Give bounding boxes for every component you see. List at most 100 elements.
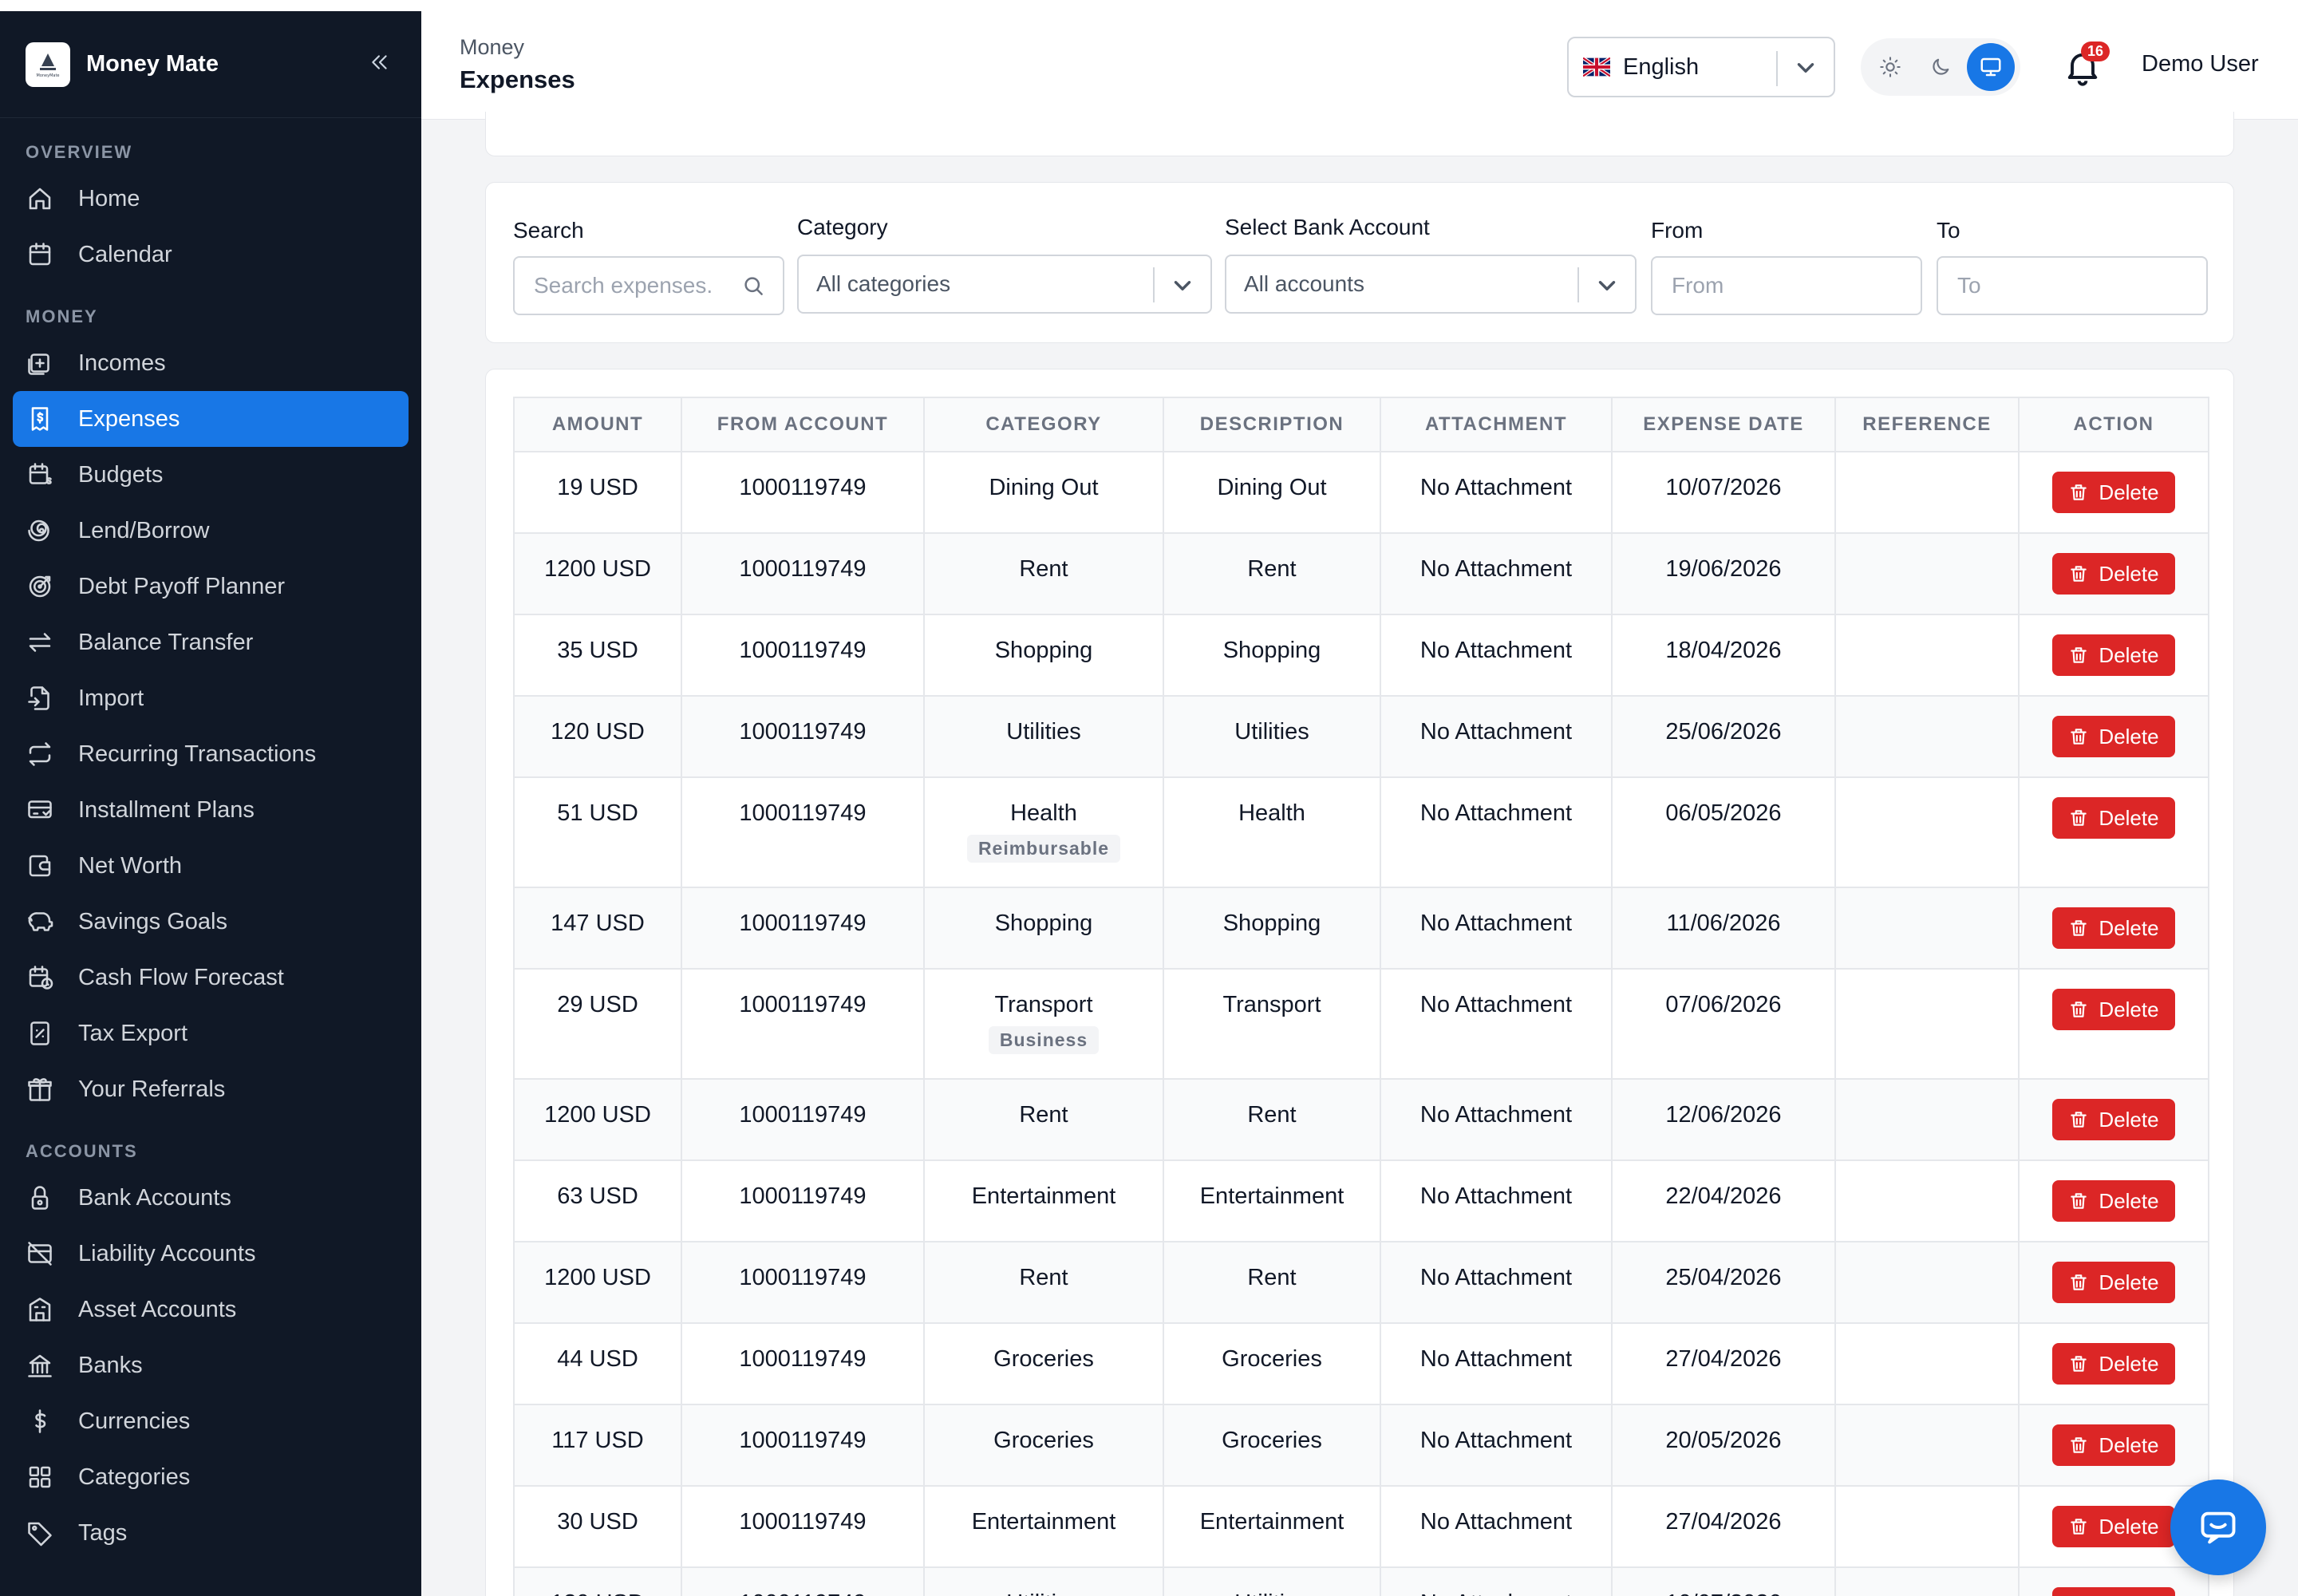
search-label: Search	[513, 218, 584, 243]
delete-button[interactable]: Delete	[2052, 1424, 2175, 1466]
sidebar-item-import[interactable]: Import	[13, 670, 409, 726]
to-date-placeholder: To	[1957, 273, 1981, 298]
from-account-cell: 1000119749	[681, 1485, 925, 1568]
column-header[interactable]: ATTACHMENT	[1380, 397, 1613, 452]
sidebar-item-savings-goals[interactable]: Savings Goals	[13, 894, 409, 950]
collapse-sidebar-button[interactable]	[364, 49, 396, 79]
chevron-down-icon	[1797, 63, 1814, 73]
to-date-input[interactable]: To	[1937, 256, 2208, 315]
column-header[interactable]: DESCRIPTION	[1163, 397, 1381, 452]
from-account-cell: 1000119749	[681, 887, 925, 970]
from-account-cell: 1000119749	[681, 1159, 925, 1242]
column-header[interactable]: CATEGORY	[923, 397, 1164, 452]
sidebar-item-calendar[interactable]: Calendar	[13, 227, 409, 282]
sidebar-item-tags[interactable]: Tags	[13, 1505, 409, 1561]
delete-label: Delete	[2099, 1432, 2159, 1457]
column-header[interactable]: EXPENSE DATE	[1611, 397, 1836, 452]
category-select[interactable]: All categories	[797, 255, 1212, 314]
light-theme-button[interactable]	[1866, 43, 1914, 91]
delete-button[interactable]: Delete	[2052, 1343, 2175, 1385]
sidebar-item-incomes[interactable]: Incomes	[13, 335, 409, 391]
delete-button[interactable]: Delete	[2052, 907, 2175, 949]
table-row[interactable]: 117 USD 1000119749 Groceries Groceries No At…	[513, 1404, 2209, 1487]
table-row[interactable]: 120 USD1000119749UtilitiesUtilitiesNo At…	[513, 695, 2209, 778]
sidebar-item-installment-plans[interactable]: Installment Plans	[13, 782, 409, 838]
column-header[interactable]: REFERENCE	[1834, 397, 2020, 452]
amount-cell: 19 USD	[513, 451, 682, 534]
bank-account-select[interactable]: All accounts	[1225, 255, 1637, 314]
sidebar-item-recurring-transactions[interactable]: Recurring Transactions	[13, 726, 409, 782]
table-row[interactable]: 35 USD 1000119749 Shopping Shopping No Attac…	[513, 614, 2209, 697]
table-row[interactable]: 1200 USD 1000119749 Rent Rent No Attachment 1…	[513, 1078, 2209, 1161]
delete-button[interactable]: Delete	[2052, 1262, 2175, 1303]
user-menu[interactable]: Demo User	[2142, 51, 2259, 77]
table-row[interactable]: 30 USD 1000119749 Entertainment Entertainme…	[513, 1485, 2209, 1568]
sidebar-item-categories[interactable]: Categories	[13, 1449, 409, 1505]
column-header[interactable]: ACTION	[2018, 397, 2209, 452]
column-header[interactable]: AMOUNT	[513, 397, 682, 452]
delete-button[interactable]: Delete	[2052, 634, 2175, 676]
dark-theme-button[interactable]	[1917, 43, 1964, 91]
expense-date-cell: 10/07/2026	[1611, 1566, 1836, 1596]
delete-label: Delete	[2099, 1270, 2159, 1294]
sidebar-item-balance-transfer[interactable]: Balance Transfer	[13, 614, 409, 670]
sidebar-item-cash-flow-forecast[interactable]: Cash Flow Forecast	[13, 950, 409, 1005]
table-row[interactable]: 63 USD 1000119749 Entertainment Entertainme…	[513, 1159, 2209, 1242]
breadcrumb-parent[interactable]: Money	[460, 35, 524, 60]
delete-button[interactable]: Delete	[2052, 716, 2175, 757]
sidebar-item-lend-borrow[interactable]: Lend/Borrow	[13, 503, 409, 559]
table-row[interactable]: 29 USD 1000119749 Transport Business Transpo…	[513, 968, 2209, 1080]
sidebar-item-banks[interactable]: Banks	[13, 1337, 409, 1393]
expense-date-cell: 11/06/2026	[1611, 887, 1836, 970]
sidebar-item-label: Budgets	[78, 461, 164, 488]
sidebar-item-net-worth[interactable]: Net Worth	[13, 838, 409, 894]
category-name: Utilities	[925, 1590, 1163, 1596]
reference-cell	[1834, 776, 2020, 888]
from-account-cell: 1000119749	[681, 1404, 925, 1487]
sidebar-item-expenses[interactable]: Expenses	[13, 391, 409, 447]
delete-button[interactable]: Delete	[2052, 1099, 2175, 1140]
reference-cell	[1834, 1241, 2020, 1324]
delete-button[interactable]: Delete	[2052, 1180, 2175, 1222]
sidebar-item-budgets[interactable]: Budgets	[13, 447, 409, 503]
reference-cell	[1834, 1159, 2020, 1242]
sidebar-item-your-referrals[interactable]: Your Referrals	[13, 1061, 409, 1117]
sidebar-item-home[interactable]: Home	[13, 171, 409, 227]
table-row[interactable]: 1200 USD 1000119749 Rent Rent No Attachment 1…	[513, 532, 2209, 615]
search-input[interactable]: Search expenses.	[513, 256, 784, 315]
home-icon	[29, 188, 51, 210]
sidebar-item-tax-export[interactable]: Tax Export	[13, 1005, 409, 1061]
table-row[interactable]: 147 USD 1000119749 Shopping Shopping No Atta…	[513, 887, 2209, 970]
delete-button[interactable]: Delete	[2052, 553, 2175, 595]
table-row[interactable]: 19 USD 1000119749 Dining Out Dining Out No A…	[513, 451, 2209, 534]
column-header[interactable]: FROM ACCOUNT	[681, 397, 925, 452]
delete-label: Delete	[2099, 724, 2159, 749]
sidebar-item-debt-payoff-planner[interactable]: Debt Payoff Planner	[13, 559, 409, 614]
sidebar-item-liability-accounts[interactable]: Liability Accounts	[13, 1226, 409, 1282]
from-date-input[interactable]: From	[1651, 256, 1922, 315]
category-cell: Groceries	[923, 1322, 1164, 1405]
delete-button[interactable]: Delete	[2052, 1587, 2175, 1596]
description-cell: Rent	[1163, 1078, 1381, 1161]
delete-button[interactable]: Delete	[2052, 989, 2175, 1030]
delete-button[interactable]: Delete	[2052, 472, 2175, 513]
delete-button[interactable]: Delete	[2052, 1506, 2175, 1547]
category-cell: Health Reimbursable	[923, 776, 1164, 888]
description-cell: Transport	[1163, 968, 1381, 1080]
sidebar-item-bank-accounts[interactable]: Bank Accounts	[13, 1170, 409, 1226]
delete-button[interactable]: Delete	[2052, 797, 2175, 839]
table-row[interactable]: 120 USD1000119749UtilitiesUtilitiesNo At…	[513, 1566, 2209, 1596]
sidebar-item-asset-accounts[interactable]: Asset Accounts	[13, 1282, 409, 1337]
expense-date-cell: 22/04/2026	[1611, 1159, 1836, 1242]
chat-button[interactable]	[2170, 1479, 2266, 1575]
table-row[interactable]: 1200 USD 1000119749 Rent Rent No Attachment 2…	[513, 1241, 2209, 1324]
table-row[interactable]: 44 USD 1000119749 Groceries Groceries No Att…	[513, 1322, 2209, 1405]
sidebar-item-currencies[interactable]: Currencies	[13, 1393, 409, 1449]
action-cell: Delete	[2018, 1566, 2209, 1596]
table-row[interactable]: 51 USD 1000119749 Health Reimbursable Health…	[513, 776, 2209, 888]
system-theme-button[interactable]	[1966, 43, 2015, 91]
expense-date-cell: 10/07/2026	[1611, 451, 1836, 534]
expense-date-cell: 25/04/2026	[1611, 1241, 1836, 1324]
brand-logo[interactable]: MoneyMate	[26, 41, 70, 87]
language-select[interactable]: English	[1567, 37, 1835, 97]
